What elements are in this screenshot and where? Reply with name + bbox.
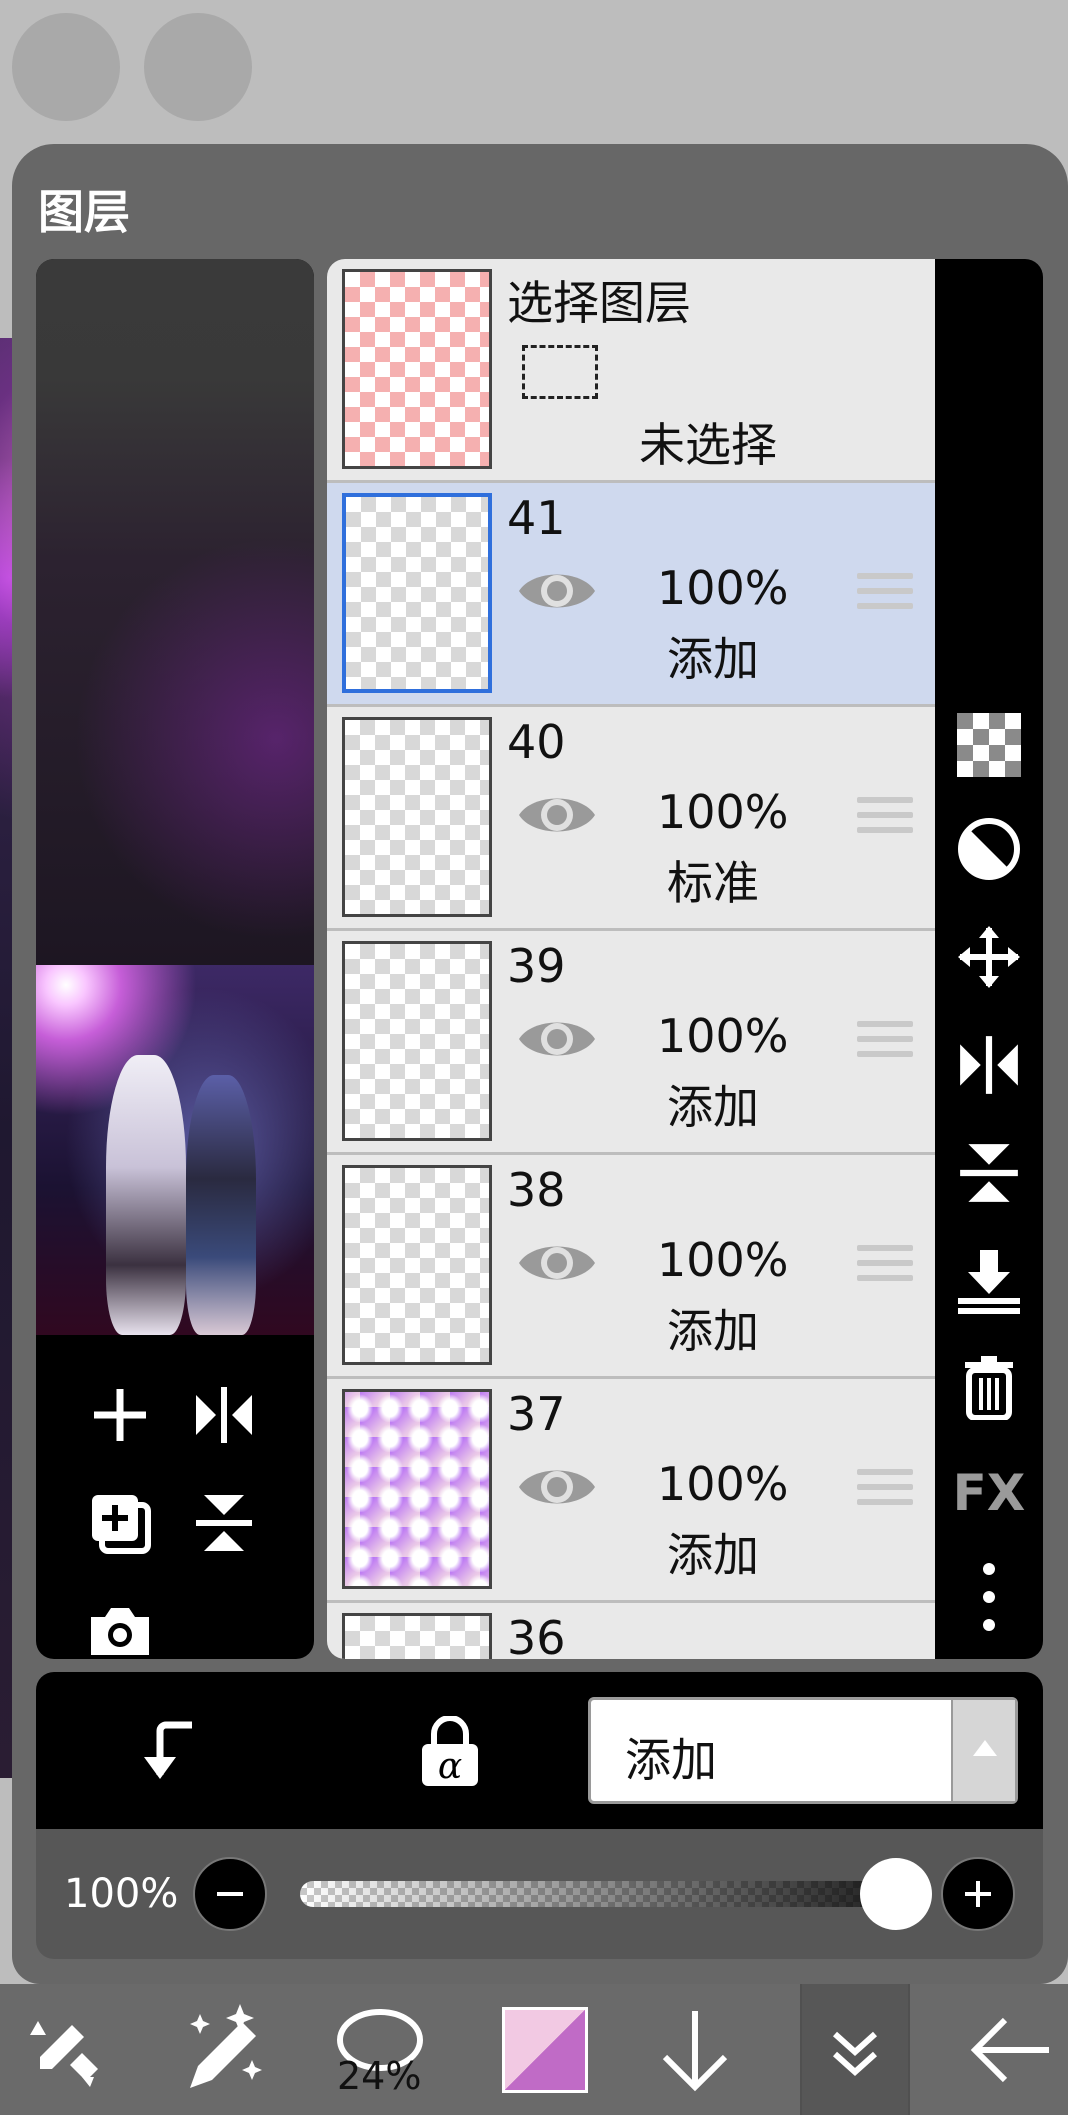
visibility-eye-icon[interactable] bbox=[517, 1237, 597, 1289]
visibility-eye-icon[interactable] bbox=[517, 565, 597, 617]
clipping-icon[interactable] bbox=[130, 1712, 210, 1792]
layer-opacity: 100% bbox=[657, 1233, 789, 1287]
layer-tools-column: FX bbox=[935, 259, 1043, 1659]
layer-blend-mode: 标准 bbox=[667, 856, 759, 910]
layer-number: 41 bbox=[507, 491, 566, 545]
layer-number: 39 bbox=[507, 939, 566, 993]
back-arrow-icon[interactable] bbox=[955, 1992, 1065, 2107]
selection-layer-row[interactable]: 选择图层 未选择 bbox=[327, 259, 935, 483]
layer-row[interactable]: 40 100% 标准 bbox=[327, 707, 935, 931]
trash-icon[interactable] bbox=[951, 1349, 1027, 1425]
panel-title: 图层 bbox=[38, 185, 130, 239]
drag-handle-icon[interactable] bbox=[857, 1021, 913, 1065]
visibility-eye-icon[interactable] bbox=[517, 1461, 597, 1513]
layer-opacity: 100% bbox=[657, 785, 789, 839]
layer-row[interactable]: 41 100% 添加 bbox=[327, 483, 935, 707]
brush-size-label: 24% bbox=[337, 2054, 422, 2098]
flip-horizontal-icon[interactable] bbox=[180, 1371, 268, 1459]
add-layer-icon[interactable] bbox=[76, 1371, 164, 1459]
drag-handle-icon[interactable] bbox=[857, 573, 913, 617]
layer-thumbnail bbox=[342, 941, 492, 1141]
magic-pen-icon[interactable] bbox=[165, 1992, 275, 2107]
camera-icon[interactable] bbox=[76, 1587, 164, 1659]
preview-figure-right bbox=[186, 1075, 256, 1335]
layer-thumbnail bbox=[342, 1613, 492, 1659]
layer-row[interactable]: 36 bbox=[327, 1603, 935, 1659]
layer-row[interactable]: 39 100% 添加 bbox=[327, 931, 935, 1155]
layer-row[interactable]: 38 100% 添加 bbox=[327, 1155, 935, 1379]
layer-thumbnail bbox=[342, 717, 492, 917]
opacity-label: 100% bbox=[64, 1871, 179, 1917]
layer-blend-mode: 添加 bbox=[667, 1528, 759, 1582]
layer-number: 38 bbox=[507, 1163, 566, 1217]
svg-text:α: α bbox=[438, 1746, 462, 1787]
brush-size-button[interactable]: 24% bbox=[325, 1992, 435, 2107]
layer-blend-mode: 添加 bbox=[667, 1080, 759, 1134]
selection-status: 未选择 bbox=[639, 418, 777, 472]
redo-button[interactable] bbox=[144, 13, 252, 121]
blend-mode-value: 添加 bbox=[625, 1733, 717, 1787]
transform-tool-icon[interactable] bbox=[10, 1992, 120, 2107]
opacity-increase-button[interactable] bbox=[941, 1857, 1015, 1931]
flip-vertical-icon[interactable] bbox=[180, 1479, 268, 1567]
merge-down-icon[interactable] bbox=[951, 1243, 1027, 1319]
half-circle-icon[interactable] bbox=[951, 811, 1027, 887]
layer-number: 40 bbox=[507, 715, 566, 769]
layer-thumbnail bbox=[342, 493, 492, 693]
more-vertical-icon[interactable] bbox=[951, 1559, 1027, 1635]
checker-icon[interactable] bbox=[951, 707, 1027, 783]
layer-blend-mode: 添加 bbox=[667, 1304, 759, 1358]
preview-figure-left bbox=[106, 1055, 186, 1335]
duplicate-layer-icon[interactable] bbox=[76, 1479, 164, 1567]
canvas-preview[interactable] bbox=[36, 965, 314, 1335]
move-icon[interactable] bbox=[951, 919, 1027, 995]
blend-mode-select[interactable]: 添加 bbox=[588, 1697, 1018, 1804]
flip-vertical-icon[interactable] bbox=[951, 1135, 1027, 1211]
fx-icon[interactable]: FX bbox=[951, 1455, 1027, 1531]
selection-layer-thumbnail bbox=[342, 269, 492, 469]
layer-preview-column bbox=[36, 259, 314, 1659]
preview-dark-area bbox=[36, 259, 314, 965]
layer-blend-mode: 添加 bbox=[667, 632, 759, 686]
layer-thumbnail bbox=[342, 1389, 492, 1589]
opacity-slider-knob[interactable] bbox=[860, 1858, 932, 1930]
visibility-eye-icon[interactable] bbox=[517, 1013, 597, 1065]
layer-number: 36 bbox=[507, 1611, 566, 1659]
layer-number: 37 bbox=[507, 1387, 566, 1441]
layer-opacity: 100% bbox=[657, 561, 789, 615]
selection-layer-title: 选择图层 bbox=[507, 276, 691, 330]
layer-row[interactable]: 37 100% 添加 bbox=[327, 1379, 935, 1603]
layer-opacity: 100% bbox=[657, 1009, 789, 1063]
color-swatch[interactable] bbox=[490, 1992, 600, 2107]
collapse-chevron-icon[interactable] bbox=[800, 1992, 910, 2107]
undo-button[interactable] bbox=[12, 13, 120, 121]
visibility-eye-icon[interactable] bbox=[517, 789, 597, 841]
layer-list[interactable]: 选择图层 未选择 41 100% 添加 40 100% 标准 39 100% 添… bbox=[327, 259, 935, 1659]
drag-handle-icon[interactable] bbox=[857, 1469, 913, 1513]
opacity-decrease-button[interactable] bbox=[193, 1857, 267, 1931]
arrow-down-icon[interactable] bbox=[640, 1992, 750, 2107]
blend-select-arrow[interactable] bbox=[951, 1700, 1015, 1801]
layer-thumbnail bbox=[342, 1165, 492, 1365]
selection-marquee-icon bbox=[522, 345, 598, 399]
opacity-slider[interactable] bbox=[300, 1881, 930, 1907]
layer-opacity: 100% bbox=[657, 1457, 789, 1511]
drag-handle-icon[interactable] bbox=[857, 797, 913, 841]
alpha-lock-button[interactable]: α bbox=[410, 1710, 490, 1794]
drag-handle-icon[interactable] bbox=[857, 1245, 913, 1289]
flip-horizontal-icon[interactable] bbox=[951, 1027, 1027, 1103]
